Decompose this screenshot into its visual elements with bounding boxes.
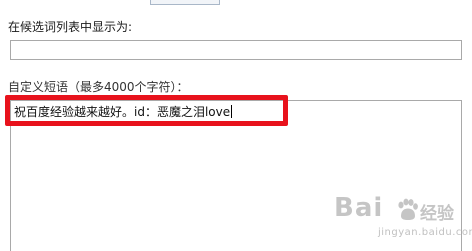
top-partial-control[interactable] xyxy=(150,0,220,5)
custom-phrase-textarea[interactable]: 祝百度经验越来越好。id：恶魔之泪love xyxy=(10,100,462,251)
custom-phrase-value: 祝百度经验越来越好。id：恶魔之泪love xyxy=(14,105,231,119)
display-as-input[interactable] xyxy=(10,40,462,60)
custom-phrase-label: 自定义短语（最多4000个字符）： xyxy=(8,80,189,94)
custom-phrase-text: 祝百度经验越来越好。id：恶魔之泪love xyxy=(14,104,233,120)
text-caret xyxy=(231,105,233,118)
display-as-label: 在候选词列表中显示为: xyxy=(8,20,133,34)
